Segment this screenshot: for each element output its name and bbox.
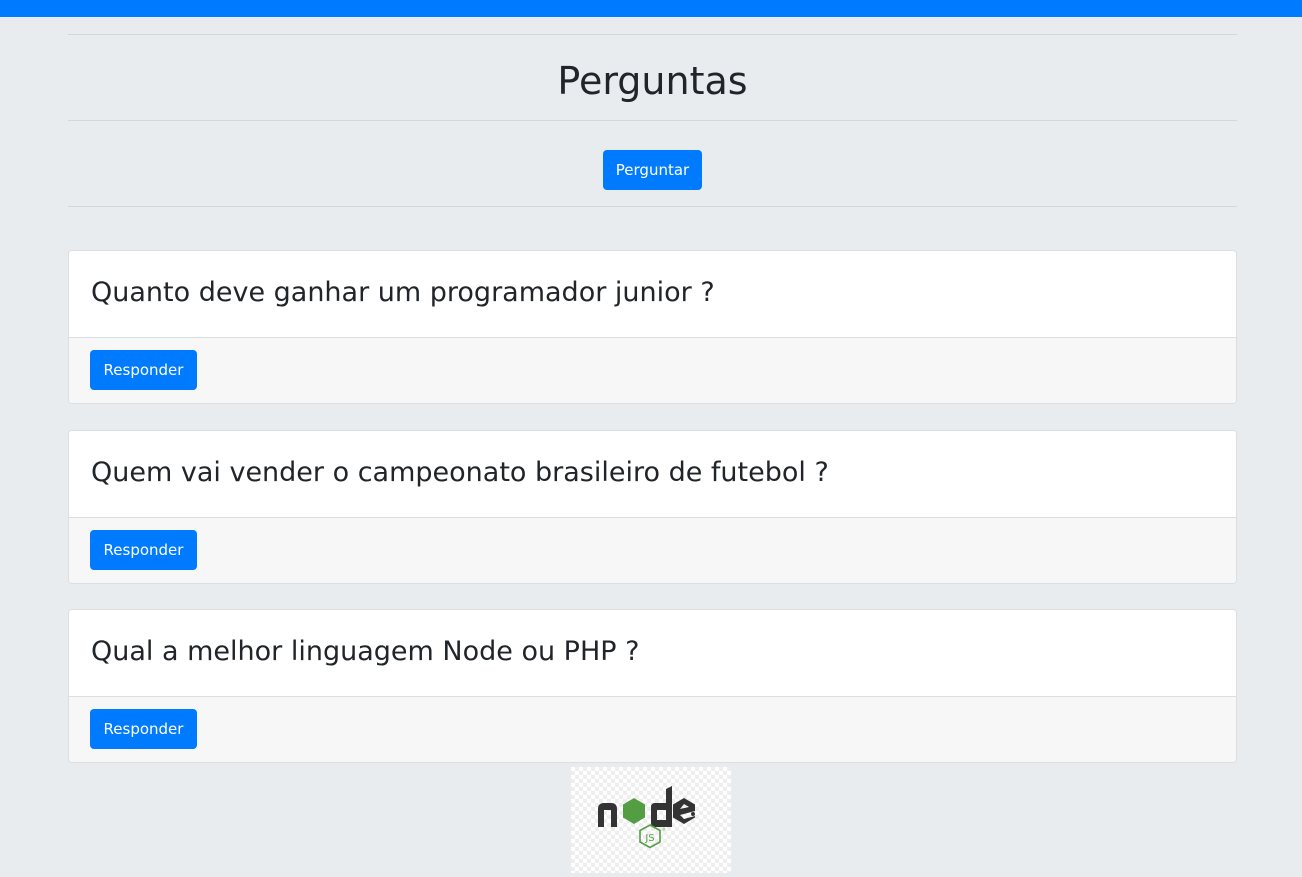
question-card-footer: Responder <box>69 518 1236 583</box>
question-title: Quem vai vender o campeonato brasileiro … <box>91 457 829 488</box>
question-card-body: Quanto deve ganhar um programador junior… <box>69 251 1236 338</box>
question-card: Quanto deve ganhar um programador junior… <box>68 250 1237 404</box>
question-card-body: Quem vai vender o campeonato brasileiro … <box>69 431 1236 518</box>
question-card-footer: Responder <box>69 338 1236 403</box>
answer-button[interactable]: Responder <box>90 709 197 749</box>
nodejs-logo-js-text: JS <box>644 833 654 844</box>
question-title: Quanto deve ganhar um programador junior… <box>91 277 715 308</box>
divider-top <box>68 34 1237 35</box>
nodejs-logo: JS ® <box>571 767 731 873</box>
ask-question-button[interactable]: Perguntar <box>603 150 702 190</box>
divider-under-ask <box>68 206 1237 207</box>
question-card: Qual a melhor linguagem Node ou PHP ? Re… <box>68 609 1237 763</box>
question-title: Qual a melhor linguagem Node ou PHP ? <box>91 636 640 667</box>
svg-text:®: ® <box>662 827 666 832</box>
answer-button[interactable]: Responder <box>90 350 197 390</box>
question-card-body: Qual a melhor linguagem Node ou PHP ? <box>69 610 1236 697</box>
question-card: Quem vai vender o campeonato brasileiro … <box>68 430 1237 584</box>
answer-button[interactable]: Responder <box>90 530 197 570</box>
top-accent-bar <box>0 0 1302 17</box>
question-card-footer: Responder <box>69 697 1236 762</box>
nodejs-logo-icon: JS ® <box>598 786 695 849</box>
divider-under-title <box>68 120 1237 121</box>
page-title: Perguntas <box>557 59 748 103</box>
